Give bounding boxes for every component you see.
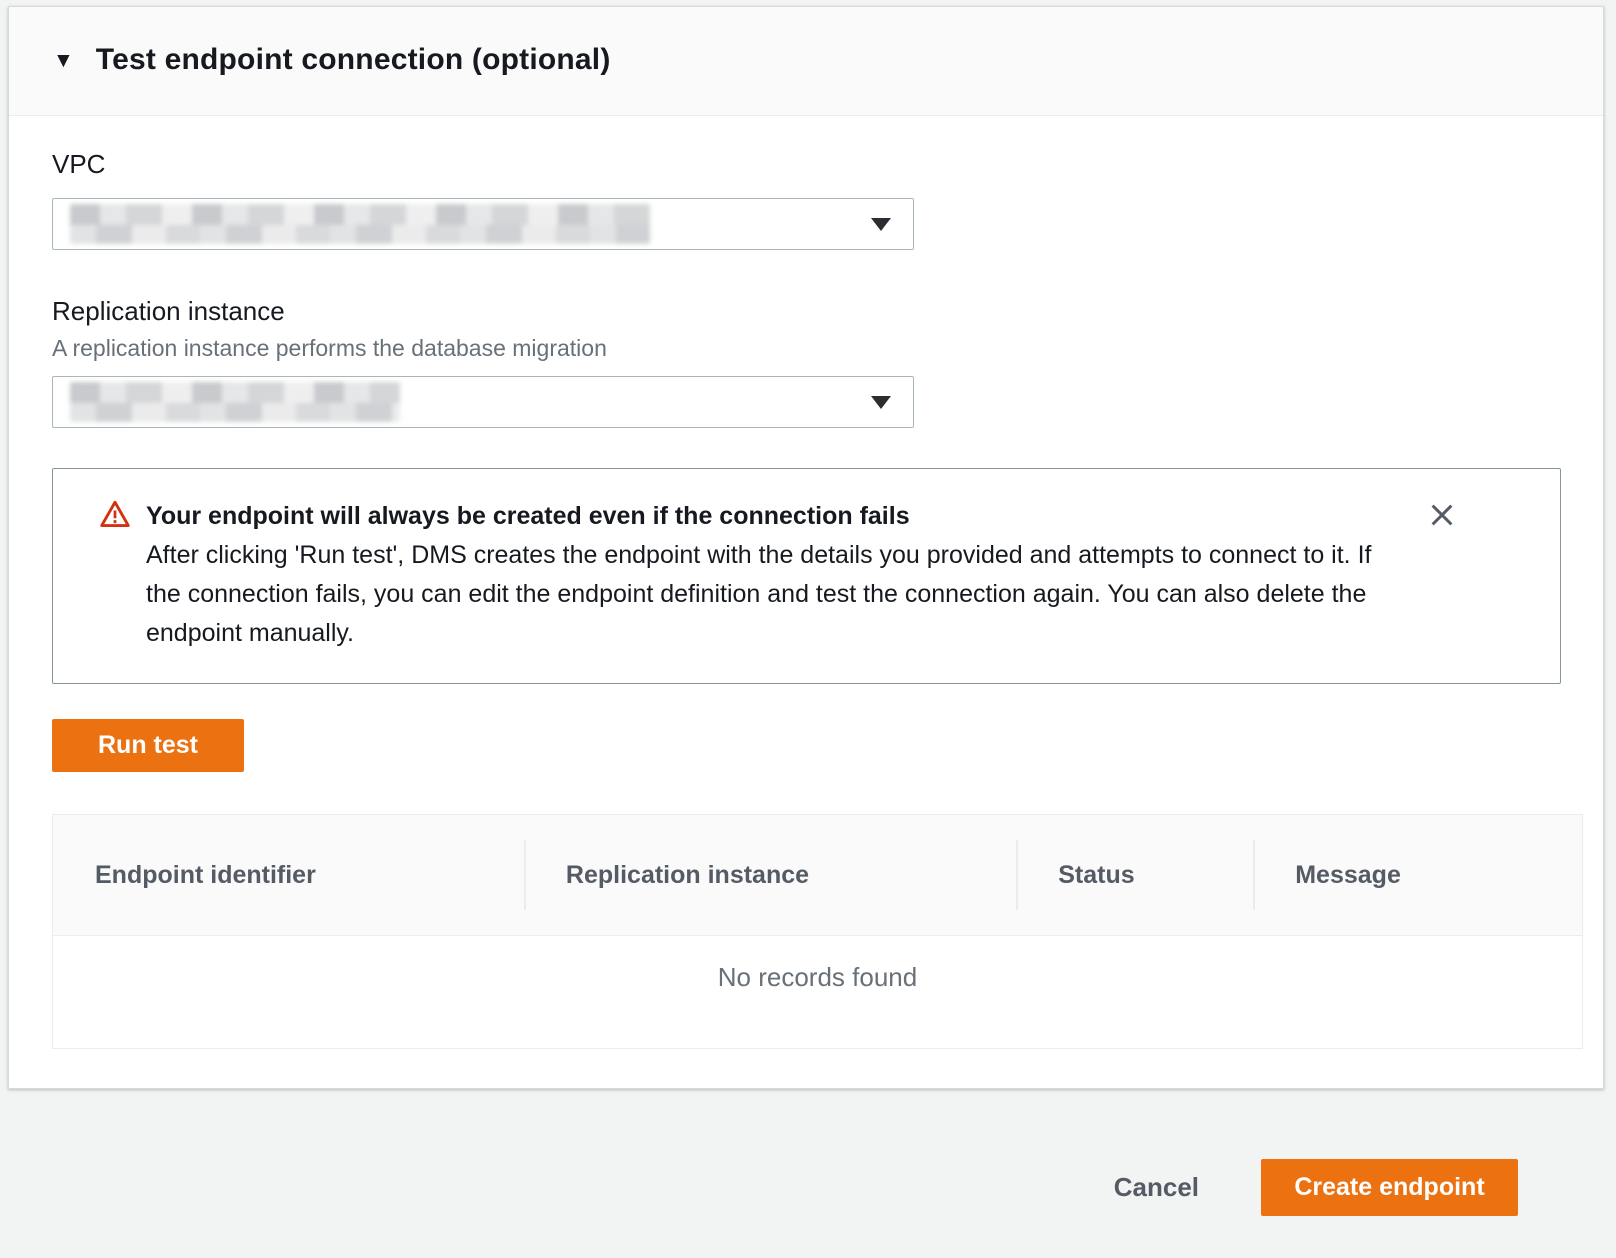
cancel-button[interactable]: Cancel [1114, 1172, 1199, 1203]
create-endpoint-button[interactable]: Create endpoint [1261, 1159, 1518, 1216]
warning-triangle-icon [100, 499, 130, 529]
table-empty-state: No records found [53, 936, 1582, 1048]
alert-close-button[interactable] [1422, 495, 1462, 535]
replication-instance-description: A replication instance performs the data… [52, 335, 1561, 362]
replication-instance-field: Replication instance A replication insta… [52, 296, 1561, 428]
form-actions-footer: Cancel Create endpoint [0, 1106, 1616, 1258]
panel-header[interactable]: ▼ Test endpoint connection (optional) [9, 7, 1603, 116]
vpc-select-caret-icon [871, 218, 891, 231]
replication-instance-selected-value-redacted [70, 382, 400, 422]
column-header-status: Status [1016, 815, 1253, 935]
warning-alert: Your endpoint will always be created eve… [52, 468, 1561, 684]
replication-instance-select-caret-icon [871, 396, 891, 409]
vpc-select[interactable] [52, 198, 914, 250]
test-endpoint-connection-panel: ▼ Test endpoint connection (optional) VP… [8, 6, 1604, 1089]
column-header-replication-instance: Replication instance [524, 815, 1016, 935]
warning-alert-content: Your endpoint will always be created eve… [146, 497, 1422, 653]
column-header-endpoint-identifier: Endpoint identifier [53, 815, 524, 935]
vpc-label: VPC [52, 149, 1561, 180]
table-header-row: Endpoint identifier Replication instance… [53, 815, 1582, 936]
close-x-icon [1427, 500, 1457, 530]
replication-instance-select[interactable] [52, 376, 914, 428]
panel-title: Test endpoint connection (optional) [96, 43, 611, 77]
warning-alert-title: Your endpoint will always be created eve… [146, 497, 1402, 536]
warning-alert-body: After clicking 'Run test', DMS creates t… [146, 536, 1402, 653]
panel-body: VPC Replication instance A replication i… [9, 116, 1603, 1088]
replication-instance-label: Replication instance [52, 296, 1561, 327]
column-header-message: Message [1253, 815, 1582, 935]
vpc-selected-value-redacted [70, 204, 650, 244]
section-expand-caret-icon: ▼ [53, 50, 74, 71]
vpc-field: VPC [52, 149, 1561, 250]
test-results-table: Endpoint identifier Replication instance… [52, 814, 1583, 1049]
run-test-button[interactable]: Run test [52, 719, 244, 772]
